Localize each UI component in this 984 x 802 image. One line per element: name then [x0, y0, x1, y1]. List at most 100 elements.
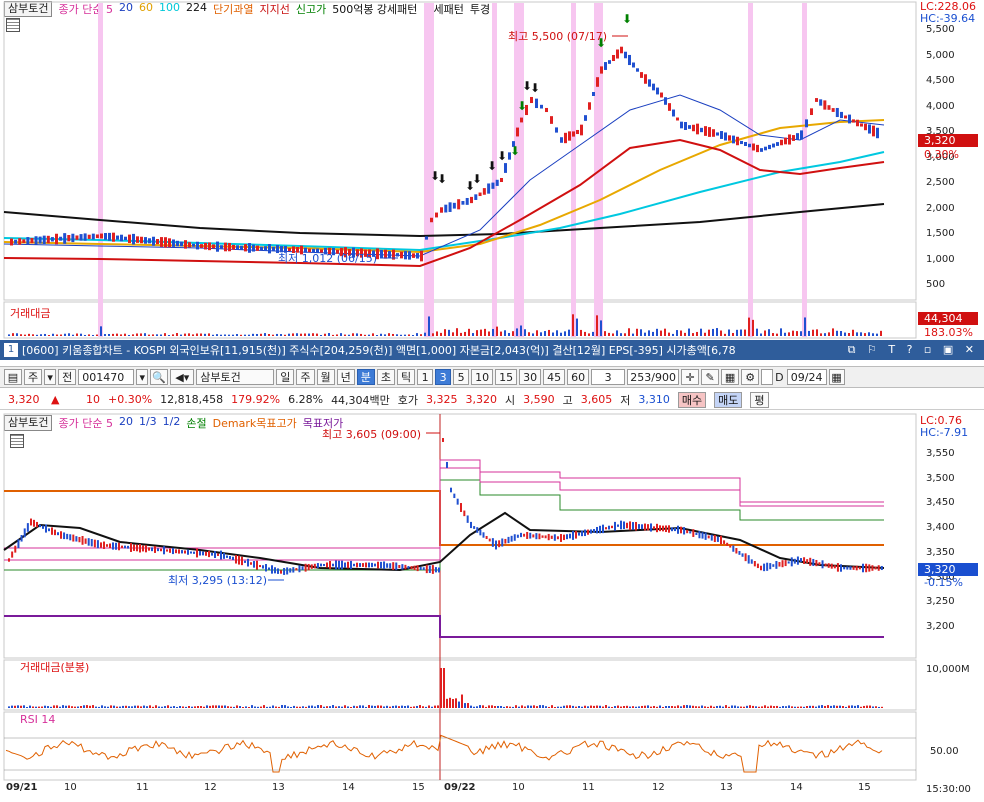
- period-button[interactable]: 초: [376, 369, 395, 385]
- volume-bar: [437, 705, 439, 708]
- volume-bar: [344, 705, 346, 708]
- d-checkbox[interactable]: [761, 369, 774, 385]
- interval-button[interactable]: 60: [567, 369, 590, 385]
- menu-icon[interactable]: ▤: [4, 369, 22, 385]
- candle: [868, 564, 871, 572]
- volume-bar: [644, 705, 646, 708]
- candle: [530, 96, 533, 104]
- period-button[interactable]: 틱: [397, 369, 416, 385]
- interval-button[interactable]: 45: [543, 369, 566, 385]
- candle: [404, 564, 407, 570]
- type-select-2[interactable]: 전: [58, 369, 77, 385]
- candle: [815, 559, 818, 567]
- x-label: 15: [412, 782, 425, 793]
- candle: [806, 559, 809, 564]
- interval-button[interactable]: 15: [495, 369, 518, 385]
- volume-bar: [196, 333, 198, 336]
- candle: [871, 565, 874, 571]
- volume-bar: [245, 706, 247, 708]
- candle: [608, 525, 610, 530]
- candle: [553, 534, 556, 541]
- draw-icon[interactable]: ✎: [701, 369, 720, 385]
- volume-bar: [599, 705, 601, 708]
- calendar-icon[interactable]: ▦: [828, 369, 845, 385]
- volume-bar: [713, 706, 715, 708]
- volume-bar: [812, 329, 814, 336]
- candle: [14, 239, 18, 244]
- interval-button[interactable]: 30: [519, 369, 542, 385]
- candle: [160, 237, 163, 247]
- count-field[interactable]: 253/900: [627, 369, 680, 385]
- candle: [398, 565, 401, 569]
- volume-bar: [472, 333, 474, 336]
- sell-button[interactable]: 매도: [714, 391, 743, 408]
- count-select[interactable]: 3: [591, 369, 626, 385]
- volume-bar: [305, 706, 307, 708]
- period-button[interactable]: 주: [296, 369, 315, 385]
- y-tick: 3,350: [926, 546, 955, 558]
- type-select-1[interactable]: 주: [24, 369, 43, 385]
- volume-bar: [824, 333, 826, 336]
- volume-bar: [872, 333, 874, 336]
- candle: [778, 562, 781, 567]
- candle: [389, 563, 392, 569]
- candle: [529, 532, 532, 539]
- type-dropdown-icon[interactable]: ▾: [44, 369, 57, 385]
- candle: [712, 129, 715, 137]
- volume-bar: [509, 706, 511, 708]
- volume-bar: [852, 329, 854, 336]
- stock-code-input[interactable]: 001470: [78, 369, 135, 385]
- window-controls[interactable]: ⧉ ⚐ T ? ▫ ▣ ✕: [848, 343, 978, 357]
- y-tick: 1,000: [926, 253, 955, 265]
- interval-button[interactable]: 3: [435, 369, 452, 385]
- candle: [810, 108, 813, 116]
- candle: [478, 192, 482, 197]
- candle: [452, 202, 456, 209]
- candle: [434, 567, 437, 573]
- stock-name-field[interactable]: 삼부토건: [196, 369, 275, 385]
- candle: [377, 561, 379, 569]
- save-icon[interactable]: ▦: [721, 369, 740, 385]
- volume-bar: [532, 333, 534, 336]
- candle: [121, 545, 123, 548]
- volume-bar: [176, 333, 178, 336]
- volume-bar: [452, 699, 454, 708]
- interval-button[interactable]: 10: [471, 369, 494, 385]
- candle: [671, 527, 673, 532]
- candle: [572, 131, 575, 137]
- eval-button[interactable]: 평: [750, 391, 769, 408]
- y-tick: 2,500: [926, 177, 955, 188]
- candle: [880, 565, 883, 571]
- candle: [175, 549, 177, 554]
- crosshair-icon[interactable]: ✛: [681, 369, 700, 385]
- candle: [320, 563, 322, 567]
- volume-bar: [761, 706, 763, 708]
- candle: [374, 563, 376, 567]
- quote-low: 3,310: [638, 393, 670, 406]
- buy-button[interactable]: 매수: [677, 391, 707, 408]
- period-button[interactable]: 일: [276, 369, 295, 385]
- period-button[interactable]: 분: [356, 369, 375, 385]
- interval-button[interactable]: 1: [417, 369, 434, 385]
- volume-bar: [533, 705, 535, 708]
- volume-bar: [284, 334, 286, 336]
- top-pct-badge: 0.30%: [924, 148, 959, 161]
- window-number[interactable]: 1: [4, 343, 18, 357]
- sound-icon[interactable]: ◀▾: [170, 369, 195, 385]
- volume-bar: [652, 331, 654, 336]
- code-dropdown-icon[interactable]: ▾: [136, 369, 149, 385]
- volume-bar: [113, 705, 115, 708]
- gear-icon[interactable]: ⚙: [741, 369, 760, 385]
- volume-bar: [101, 705, 103, 708]
- bottom-volume-bars: [8, 668, 883, 708]
- volume-bar: [299, 706, 301, 708]
- interval-button[interactable]: 5: [453, 369, 470, 385]
- search-icon[interactable]: 🔍: [150, 369, 169, 385]
- period-button[interactable]: 월: [316, 369, 335, 385]
- period-button[interactable]: 년: [336, 369, 355, 385]
- date-field[interactable]: 09/24: [786, 369, 827, 385]
- candle: [843, 566, 846, 570]
- volume-bar: [136, 333, 138, 336]
- candle: [748, 143, 751, 148]
- volume-bar: [712, 328, 714, 336]
